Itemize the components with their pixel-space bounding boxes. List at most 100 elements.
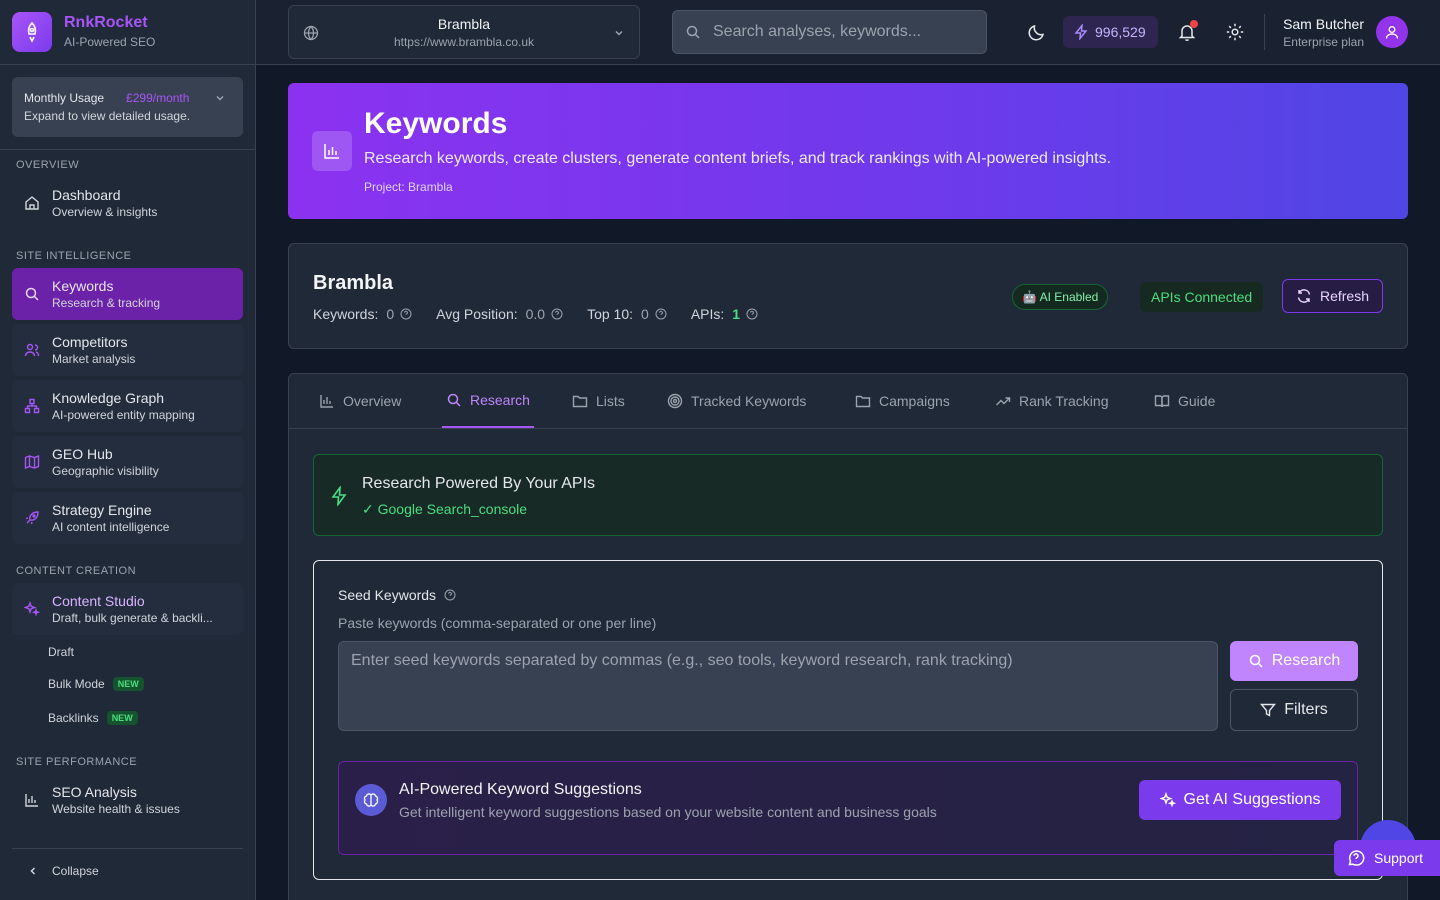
tab-label: Guide [1178,393,1216,409]
section-content-creation: CONTENT CREATION [16,565,137,577]
ai-suggestions-description: Get intelligent keyword suggestions base… [399,804,937,820]
nav-subtitle: AI-powered entity mapping [52,408,195,422]
tab-guide[interactable]: Guide [1150,374,1219,428]
bolt-icon [331,486,347,506]
section-site-performance: SITE PERFORMANCE [16,756,138,768]
network-icon [24,398,40,414]
tab-label: Tracked Keywords [691,393,807,409]
search-icon [1249,654,1263,668]
stat-value: 0 [641,306,649,322]
brand[interactable]: RnkRocket AI-Powered SEO [0,0,255,65]
nav-subtitle: Website health & issues [52,802,180,816]
sidebar-item-competitors[interactable]: Competitors Market analysis [12,324,243,376]
api-status-card: Research Powered By Your APIs ✓ Google S… [313,454,1383,536]
user-plan: Enterprise plan [1283,35,1364,49]
usage-title: Monthly Usage [24,91,105,105]
sidebar-subitem-draft[interactable]: Draft [48,645,74,659]
filters-button[interactable]: Filters [1230,689,1358,731]
settings-button[interactable] [1219,16,1251,48]
stat-label: Top 10: [587,306,634,322]
ai-suggestions-card: AI-Powered Keyword Suggestions Get intel… [338,761,1358,855]
ai-suggestions-title: AI-Powered Keyword Suggestions [399,781,642,798]
stat-label: APIs: [690,306,725,322]
search-input[interactable] [713,23,973,41]
section-site-intelligence: SITE INTELLIGENCE [16,250,132,262]
bar-chart-icon [320,395,333,408]
monthly-usage-panel[interactable]: Monthly Usage £299/month Expand to view … [12,77,243,137]
help-icon[interactable] [746,308,758,320]
sidebar-subitem-backlinks[interactable]: Backlinks NEW [48,711,138,725]
stat-label: Keywords: [313,306,379,322]
subitem-label: Draft [48,645,75,659]
tab-label: Overview [343,393,402,409]
folder-icon [572,395,588,408]
sidebar-item-knowledge-graph[interactable]: Knowledge Graph AI-powered entity mapping [12,380,243,432]
sidebar-item-keywords[interactable]: Keywords Research & tracking [12,268,243,320]
tab-label: Campaigns [879,393,950,409]
help-circle-icon [1348,850,1365,866]
nav-title: Keywords [52,278,114,294]
sidebar-item-geo-hub[interactable]: GEO Hub Geographic visibility [12,436,243,488]
user-name: Sam Butcher [1283,16,1364,32]
help-icon[interactable] [444,589,456,601]
tab-overview[interactable]: Overview [315,374,405,428]
sidebar-item-strategy-engine[interactable]: Strategy Engine AI content intelligence [12,492,243,544]
new-badge: NEW [112,677,144,691]
chevron-down-icon [615,30,623,36]
notifications-button[interactable] [1171,16,1203,48]
divider [0,149,255,150]
stat-apis: APIs: 1 [691,306,758,322]
nav-subtitle: AI content intelligence [52,520,170,534]
stat-avg-position: Avg Position: 0.0 [436,306,563,322]
ai-button-label: Get AI Suggestions [1183,791,1321,808]
avatar[interactable] [1376,16,1408,48]
tab-tracked-keywords[interactable]: Tracked Keywords [663,374,810,428]
rocket-logo-icon [12,12,52,52]
seed-keywords-input[interactable] [338,641,1218,731]
sidebar-item-content-studio[interactable]: Content Studio Draft, bulk generate & bac… [12,583,243,635]
chevron-left-icon [30,867,36,875]
credits-badge[interactable]: 996,529 [1063,16,1158,48]
nav-title: Knowledge Graph [52,390,165,406]
nav-title: SEO Analysis [52,784,137,800]
sidebar-subitem-bulk-mode[interactable]: Bulk Mode NEW [48,677,144,691]
bolt-icon [1074,24,1088,40]
site-selector[interactable]: Brambla https://www.brambla.co.uk [288,5,640,59]
project-stats: Keywords: 0 Avg Position: 0.0 Top 10: 0 … [313,306,782,322]
target-icon [667,393,683,409]
tab-lists[interactable]: Lists [568,374,629,428]
page-header-banner: Keywords Research keywords, create clust… [288,83,1408,219]
subitem-label: Backlinks [48,711,99,725]
refresh-button[interactable]: Refresh [1282,279,1383,313]
collapse-button[interactable]: Collapse [12,848,243,878]
get-ai-suggestions-button[interactable]: Get AI Suggestions [1139,780,1341,820]
search-icon [686,25,700,39]
rocket-icon [25,511,39,525]
tab-campaigns[interactable]: Campaigns [851,374,954,428]
sidebar: RnkRocket AI-Powered SEO Monthly Usage £… [0,0,256,900]
sidebar-item-seo-analysis[interactable]: SEO Analysis Website health & issues [12,774,243,826]
refresh-icon [1297,289,1311,303]
research-button[interactable]: Research [1230,641,1358,681]
help-icon[interactable] [400,308,412,320]
subitem-label: Bulk Mode [48,677,105,691]
theme-toggle-button[interactable] [1021,16,1053,48]
refresh-label: Refresh [1319,288,1370,304]
tab-research[interactable]: Research [442,374,534,428]
help-icon[interactable] [551,308,563,320]
project-label: Project: Brambla [364,180,453,194]
brain-icon [355,784,387,816]
tab-label: Lists [596,393,625,409]
support-button[interactable]: Support [1334,840,1440,876]
book-icon [1154,395,1170,408]
sparkles-icon [1159,792,1176,808]
search-icon [25,287,39,301]
stat-keywords: Keywords: 0 [313,306,412,322]
global-search[interactable] [672,10,987,54]
seed-keywords-label: Seed Keywords [338,587,456,603]
nav-subtitle: Market analysis [52,352,136,366]
tab-rank-tracking[interactable]: Rank Tracking [991,374,1112,428]
stat-label: Avg Position: [436,306,518,322]
help-icon[interactable] [655,308,667,320]
sidebar-item-dashboard[interactable]: Dashboard Overview & insights [12,177,243,229]
